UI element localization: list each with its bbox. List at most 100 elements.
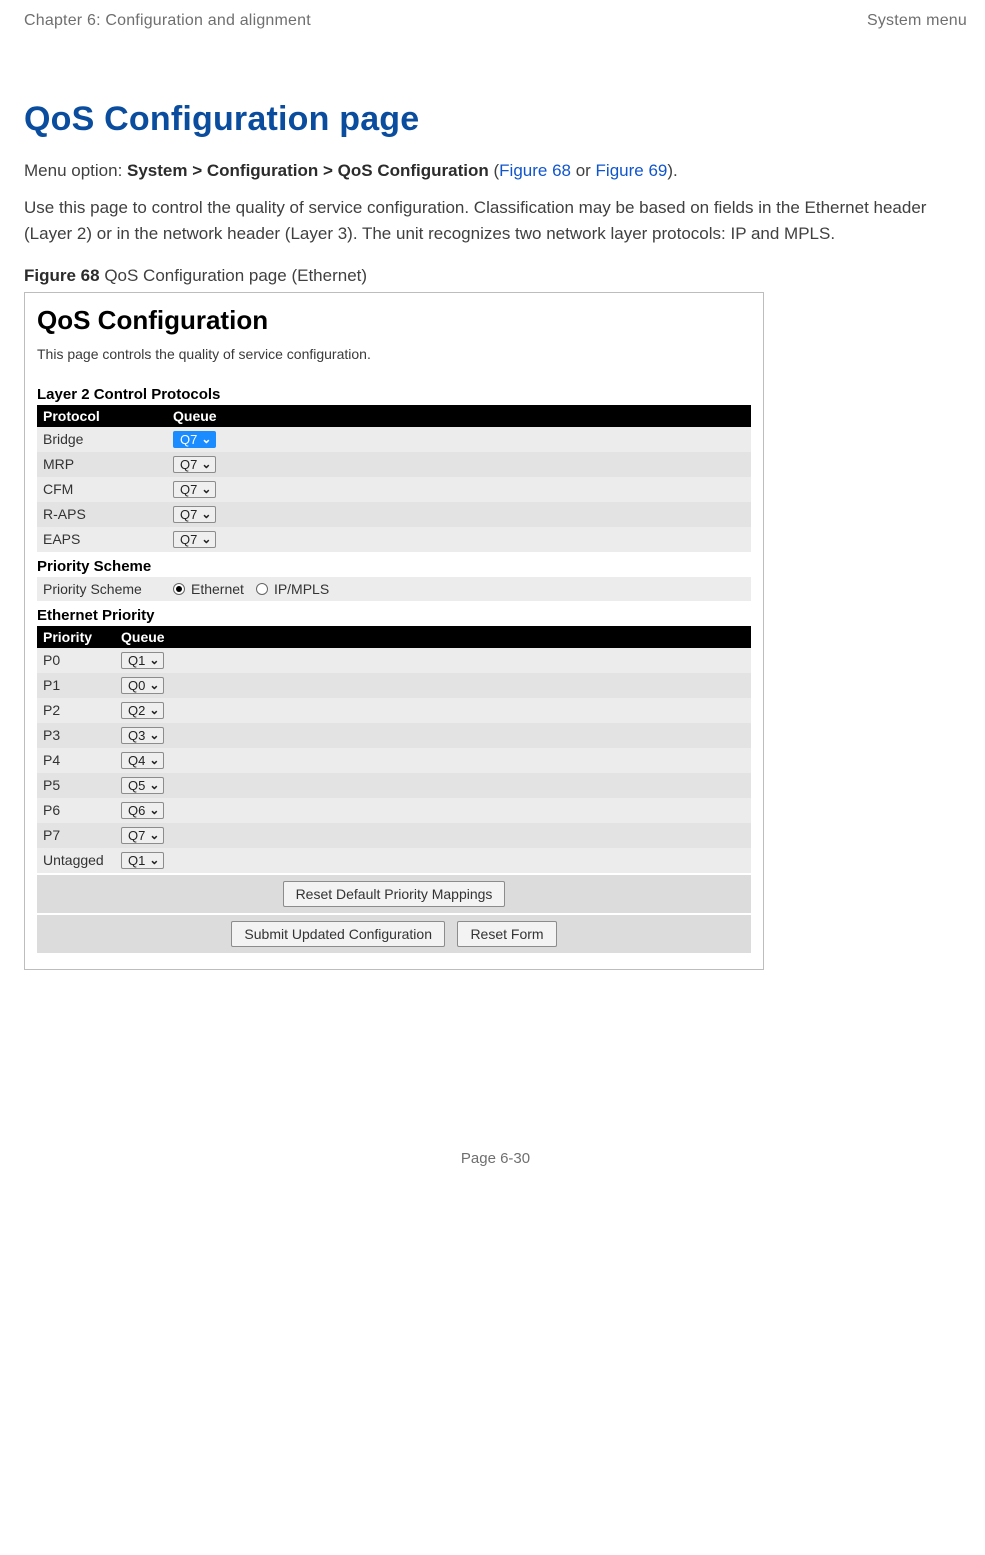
- queue-select[interactable]: Q7⌄: [173, 506, 216, 523]
- figure-link-69[interactable]: Figure 69: [596, 161, 668, 180]
- page-title: QoS Configuration page: [24, 100, 967, 139]
- queue-value: Q7: [180, 433, 197, 446]
- queue-select[interactable]: Q1 ⌄: [121, 852, 164, 869]
- section-title: System menu: [867, 12, 967, 30]
- chevron-down-icon: ⌄: [201, 533, 211, 545]
- th-priority: Priority: [37, 626, 115, 648]
- queue-select[interactable]: Q5 ⌄: [121, 777, 164, 794]
- table-row: P7 Q7 ⌄: [37, 823, 751, 848]
- page-number: 6-30: [500, 1150, 530, 1167]
- paren-open: (: [489, 161, 499, 180]
- eth-priority: Untagged: [37, 848, 115, 873]
- table-row: Untagged Q1 ⌄: [37, 848, 751, 873]
- chevron-down-icon: ⌄: [149, 854, 159, 866]
- l2-proto: R-APS: [37, 502, 167, 527]
- section-ethernet-priority: Ethernet Priority: [37, 607, 751, 624]
- chevron-down-icon: ⌄: [201, 458, 211, 470]
- chevron-down-icon: ⌄: [149, 679, 159, 691]
- queue-select[interactable]: Q7 ⌄: [173, 531, 216, 548]
- chevron-down-icon: ⌄: [149, 654, 159, 666]
- chevron-down-icon: ⌄: [201, 433, 211, 445]
- queue-value: Q5: [128, 779, 145, 792]
- button-bar-2: Submit Updated Configuration Reset Form: [37, 915, 751, 953]
- table-row: EAPS Q7 ⌄: [37, 527, 751, 552]
- queue-value: Q7: [180, 483, 197, 496]
- scheme-table: Priority Scheme Ethernet IP/MPLS: [37, 577, 751, 601]
- figure-inner-subtitle: This page controls the quality of servic…: [37, 346, 751, 362]
- table-row: P6 Q6 ⌄: [37, 798, 751, 823]
- l2-proto: CFM: [37, 477, 167, 502]
- button-bar-1: Reset Default Priority Mappings: [37, 875, 751, 913]
- chevron-down-icon: ⌄: [149, 779, 159, 791]
- table-row: Priority Scheme Ethernet IP/MPLS: [37, 577, 751, 601]
- queue-select[interactable]: Q7 ⌄: [121, 827, 164, 844]
- queue-select[interactable]: Q0 ⌄: [121, 677, 164, 694]
- queue-value: Q7: [180, 458, 197, 471]
- eth-priority: P1: [37, 673, 115, 698]
- reset-form-button[interactable]: Reset Form: [457, 921, 556, 947]
- eth-priority: P2: [37, 698, 115, 723]
- queue-select[interactable]: Q7 ⌄: [173, 431, 216, 448]
- queue-value: Q7: [128, 829, 145, 842]
- th-queue: Queue: [115, 626, 751, 648]
- chevron-down-icon: ⌄: [149, 729, 159, 741]
- layer2-table: Protocol Queue Bridge Q7⌄ MRP Q7⌄ CFM Q7…: [37, 405, 751, 552]
- th-queue: Queue: [167, 405, 751, 427]
- section-priority-scheme: Priority Scheme: [37, 558, 751, 575]
- queue-select[interactable]: Q4 ⌄: [121, 752, 164, 769]
- l2-proto: EAPS: [37, 527, 167, 552]
- table-row: CFM Q7⌄: [37, 477, 751, 502]
- radio-ipmpls[interactable]: [256, 583, 268, 595]
- table-row: P4 Q4 ⌄: [37, 748, 751, 773]
- queue-value: Q0: [128, 679, 145, 692]
- radio-ethernet-label: Ethernet: [191, 581, 244, 597]
- queue-select[interactable]: Q7 ⌄: [173, 456, 216, 473]
- radio-ethernet[interactable]: [173, 583, 185, 595]
- reset-default-mappings-button[interactable]: Reset Default Priority Mappings: [283, 881, 506, 907]
- menu-option-line: Menu option: System > Configuration > Qo…: [24, 161, 967, 181]
- queue-select[interactable]: Q1 ⌄: [121, 652, 164, 669]
- table-row: Bridge Q7 ⌄: [37, 427, 751, 452]
- figure-box: QoS Configuration This page controls the…: [24, 292, 764, 970]
- eth-priority: P4: [37, 748, 115, 773]
- queue-value: Q1: [128, 654, 145, 667]
- table-row: P0Q1⌄: [37, 648, 751, 673]
- chevron-down-icon: ⌄: [149, 754, 159, 766]
- body-paragraph: Use this page to control the quality of …: [24, 195, 967, 248]
- queue-value: Q7: [180, 533, 197, 546]
- queue-value: Q1: [128, 854, 145, 867]
- page-footer: Page 6-30: [24, 1150, 967, 1187]
- section-layer2: Layer 2 Control Protocols: [37, 386, 751, 403]
- or-text: or: [571, 161, 596, 180]
- queue-value: Q7: [180, 508, 197, 521]
- eth-priority: P7: [37, 823, 115, 848]
- radio-ipmpls-label: IP/MPLS: [274, 581, 329, 597]
- eth-priority: P5: [37, 773, 115, 798]
- table-row: P5 Q5 ⌄: [37, 773, 751, 798]
- submit-config-button[interactable]: Submit Updated Configuration: [231, 921, 445, 947]
- breadcrumb: System > Configuration > QoS Configurati…: [127, 161, 489, 180]
- queue-select[interactable]: Q2⌄: [121, 702, 164, 719]
- figure-link-68[interactable]: Figure 68: [499, 161, 571, 180]
- figure-caption-text: QoS Configuration page (Ethernet): [100, 266, 367, 285]
- l2-proto: MRP: [37, 452, 167, 477]
- table-row: MRP Q7 ⌄: [37, 452, 751, 477]
- queue-value: Q3: [128, 729, 145, 742]
- table-row: P1 Q0 ⌄: [37, 673, 751, 698]
- figure-label: Figure 68: [24, 266, 100, 285]
- eth-priority: P6: [37, 798, 115, 823]
- l2-proto: Bridge: [37, 427, 167, 452]
- table-row: R-APS Q7⌄: [37, 502, 751, 527]
- queue-value: Q2: [128, 704, 145, 717]
- queue-value: Q6: [128, 804, 145, 817]
- queue-value: Q4: [128, 754, 145, 767]
- paren-close: ).: [667, 161, 677, 180]
- queue-select[interactable]: Q7⌄: [173, 481, 216, 498]
- queue-select[interactable]: Q3 ⌄: [121, 727, 164, 744]
- queue-select[interactable]: Q6 ⌄: [121, 802, 164, 819]
- ethernet-priority-table: Priority Queue P0Q1⌄ P1Q0⌄ P2Q2⌄ P3Q3⌄ P…: [37, 626, 751, 873]
- menu-prefix: Menu option:: [24, 161, 127, 180]
- chevron-down-icon: ⌄: [149, 829, 159, 841]
- table-row: P3Q3⌄: [37, 723, 751, 748]
- chevron-down-icon: ⌄: [149, 804, 159, 816]
